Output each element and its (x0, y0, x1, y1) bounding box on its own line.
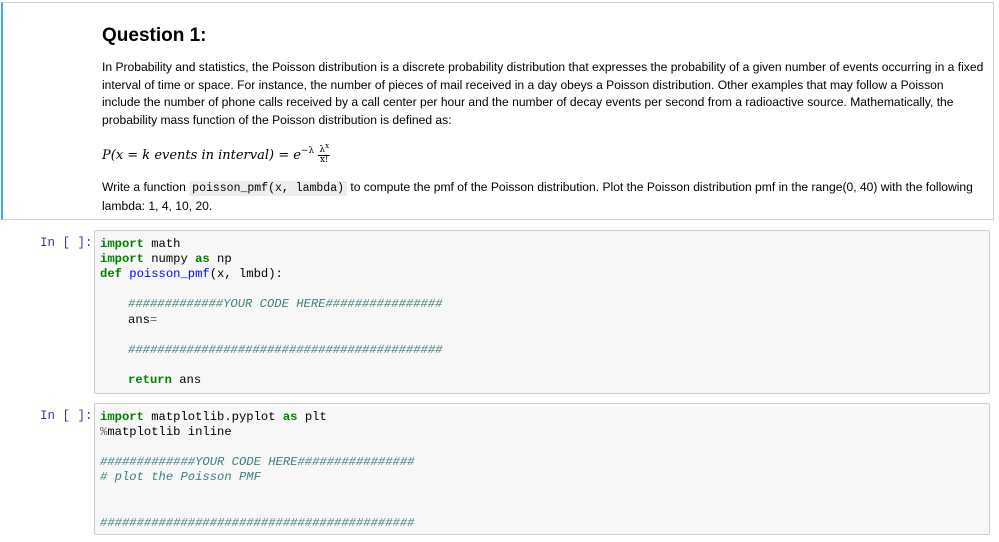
task-paragraph: Write a function poisson_pmf(x, lambda) … (102, 180, 973, 213)
question-title: Question 1: (102, 25, 207, 46)
formula-lhs: P(x = k events in interval) = e (102, 148, 301, 163)
description-paragraph: In Probability and statistics, the Poiss… (102, 60, 984, 127)
code-line: def poisson_pmf(x, lmbd): (100, 267, 283, 281)
code-line: return ans (128, 373, 202, 387)
code-line: %matplotlib inline (100, 425, 232, 439)
cell1-code-editor[interactable]: import math import numpy as np def poiss… (94, 230, 990, 394)
code-line: import math (100, 237, 181, 251)
formula-numerator: λx (318, 142, 331, 156)
poisson-formula: P(x = k events in interval) = e−λ λx x! (102, 142, 331, 172)
code-line: ########################################… (100, 516, 415, 530)
code-line: ########################################… (128, 343, 443, 357)
code-line: import numpy as np (100, 252, 232, 266)
inline-code-function: poisson_pmf(x, lambda) (189, 181, 347, 196)
formula-exponent: −λ (300, 146, 315, 156)
code-line: ans= (128, 313, 158, 327)
cell2-code-editor[interactable]: import matplotlib.pyplot as plt %matplot… (94, 403, 990, 535)
code-line: import matplotlib.pyplot as plt (100, 410, 327, 424)
code-line: # plot the Poisson PMF (100, 470, 261, 484)
cell1-prompt: In [ ]: (40, 236, 93, 250)
formula-fraction: λx x! (318, 142, 331, 165)
cell2-prompt: In [ ]: (40, 409, 93, 423)
code-line: #############YOUR CODE HERE#############… (128, 297, 443, 311)
markdown-cell[interactable]: Question 1: In Probability and statistic… (1, 2, 994, 220)
formula-denominator: x! (319, 155, 329, 165)
code-line: #############YOUR CODE HERE#############… (100, 455, 415, 469)
